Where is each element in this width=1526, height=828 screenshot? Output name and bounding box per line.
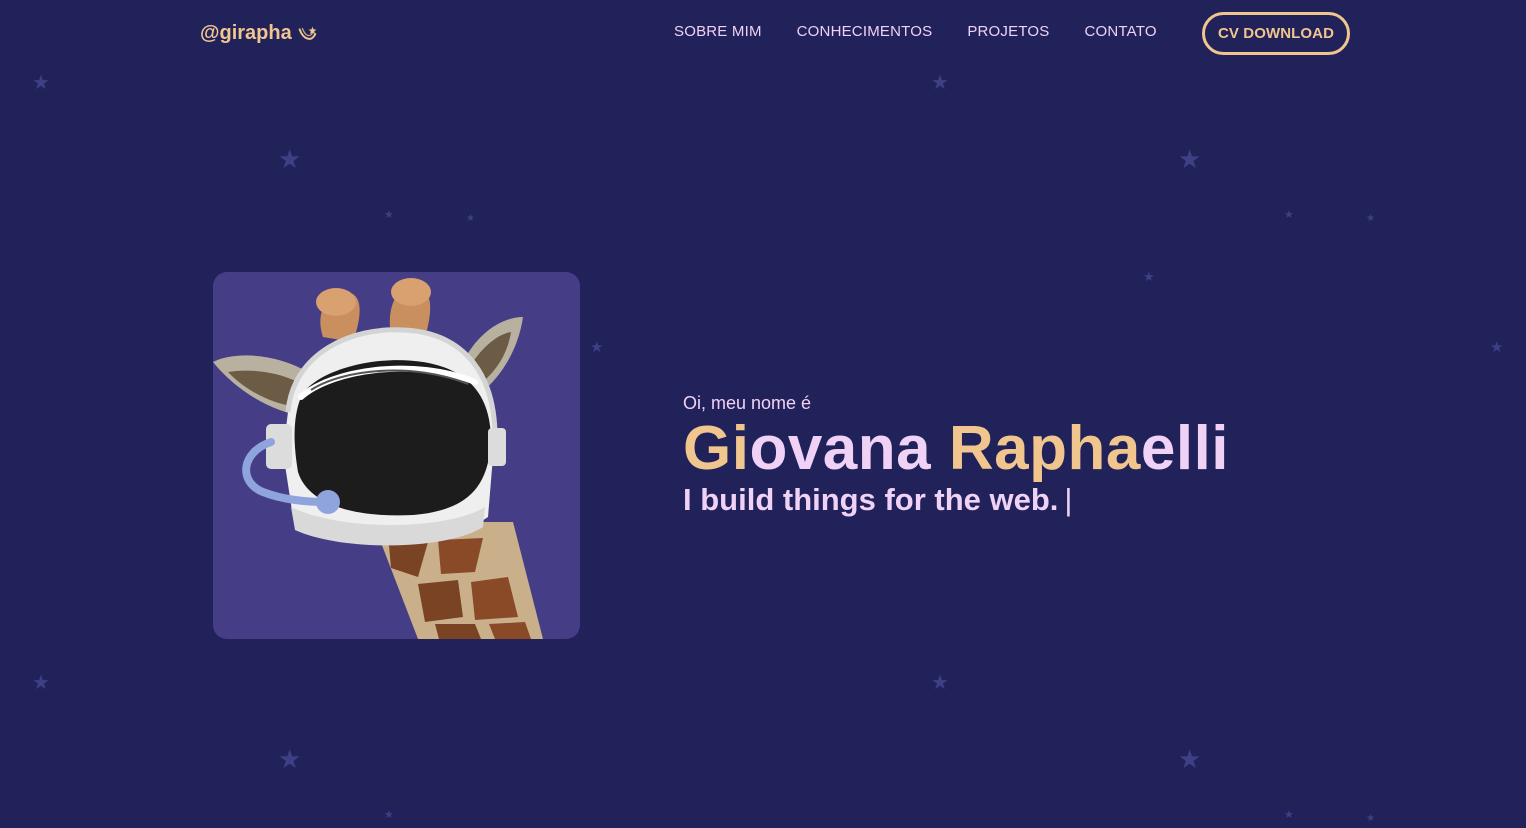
star-icon: ★: [466, 213, 475, 224]
star-icon: ★: [590, 338, 604, 356]
typing-cursor: |: [1064, 482, 1073, 517]
page: ★ ★ ★ ★ ★ ★ ★ ★ ★ ★ ★ ★ ★ ★ ★ ★ ★ ★ @gir…: [0, 0, 1526, 828]
giraffe-astronaut-illustration: [213, 278, 543, 639]
star-icon: ★: [384, 808, 394, 821]
nav-item-projetos[interactable]: PROJETOS: [967, 23, 1049, 40]
star-icon: ★: [278, 145, 302, 175]
first-name-gi: Gi: [683, 414, 750, 483]
star-icon: ★: [1284, 808, 1294, 821]
star-icon: ★: [32, 70, 50, 94]
star-icon: ★: [1143, 270, 1155, 285]
star-icon: ★: [931, 70, 949, 94]
hero-tagline: I build things for the web. |: [683, 482, 1229, 518]
tagline-text: I build things for the web.: [683, 482, 1059, 517]
brand-handle: @girapha: [200, 22, 292, 44]
first-name-rest: ovana: [749, 414, 932, 483]
last-name-part1: Rapha: [948, 414, 1141, 483]
star-icon: ★: [1366, 813, 1375, 824]
greeting-text: Oi, meu nome é: [683, 393, 812, 413]
shooting-star-icon: [298, 26, 317, 40]
star-icon: ★: [384, 208, 394, 221]
nav-item-sobre-mim[interactable]: SOBRE MIM: [674, 23, 762, 40]
hero-intro: Oi, meu nome é Giovana Raphaelli I build…: [683, 393, 1229, 518]
brand-logo-link[interactable]: @girapha: [200, 22, 318, 45]
main-nav: SOBRE MIM CONHECIMENTOS PROJETOS CONTATO: [674, 23, 1157, 40]
star-icon: ★: [32, 670, 50, 694]
star-icon: ★: [1178, 145, 1202, 175]
star-icon: ★: [1178, 745, 1202, 775]
hero-name: Giovana Raphaelli: [683, 416, 1229, 482]
nav-item-conhecimentos[interactable]: CONHECIMENTOS: [797, 23, 933, 40]
star-icon: ★: [1490, 338, 1504, 356]
star-icon: ★: [1284, 208, 1294, 221]
cv-download-button[interactable]: CV DOWNLOAD: [1202, 12, 1350, 55]
star-icon: ★: [931, 670, 949, 694]
profile-image: [213, 272, 580, 639]
nav-item-contato[interactable]: CONTATO: [1085, 23, 1157, 40]
last-name-part2: elli: [1140, 414, 1230, 483]
star-icon: ★: [278, 745, 302, 775]
star-icon: ★: [1366, 213, 1375, 224]
